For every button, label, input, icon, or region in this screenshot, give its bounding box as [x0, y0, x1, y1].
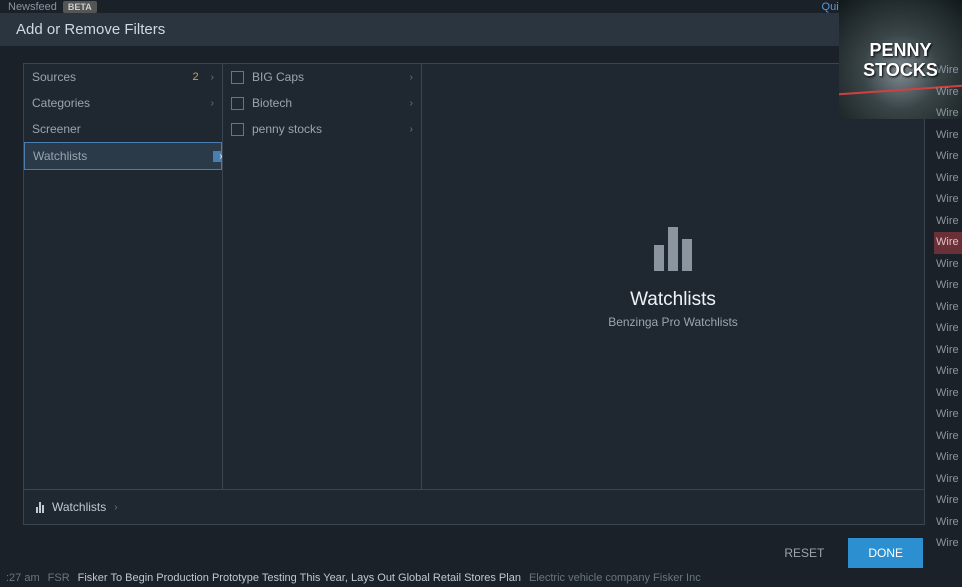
feed-row: Wire	[934, 404, 962, 426]
watchlists-icon	[654, 225, 692, 271]
chevron-right-icon: ›	[410, 98, 413, 109]
filter-category-column: Sources 2 › Categories › Screener Watchlists ›	[24, 64, 223, 489]
feed-row: Wire	[934, 60, 962, 82]
feed-row: Wire	[934, 469, 962, 491]
watchlist-label: BIG Caps	[252, 70, 304, 84]
modal-title: Add or Remove Filters	[16, 21, 165, 38]
detail-subtitle: Benzinga Pro Watchlists	[608, 315, 738, 329]
watchlist-label: Biotech	[252, 96, 292, 110]
reset-button[interactable]: RESET	[772, 540, 836, 566]
background-ticker: :27 am FSR Fisker To Begin Production Pr…	[0, 569, 962, 587]
ticker-tail: Electric vehicle company Fisker Inc	[529, 572, 701, 584]
filter-detail-pane: Watchlists Benzinga Pro Watchlists	[422, 64, 924, 489]
feed-row: Wire	[934, 297, 962, 319]
watchlist-item-biotech[interactable]: Biotech ›	[223, 90, 421, 116]
filter-modal: Sources2›Categories›ScreenerWatchlists› …	[23, 63, 925, 525]
feed-row: Wire	[934, 383, 962, 405]
feed-row: Wire	[934, 232, 962, 254]
feed-row: Wire	[934, 82, 962, 104]
chevron-right-icon: ›	[211, 72, 214, 83]
feed-row: Wire	[934, 447, 962, 469]
watchlist-item-penny-stocks[interactable]: penny stocks ›	[223, 116, 421, 142]
feed-row: Wire	[934, 275, 962, 297]
feed-row: Wire	[934, 490, 962, 512]
background-feed: WireWireWireWireWireWireWireWireWireWire…	[934, 60, 962, 555]
feed-row: Wire	[934, 361, 962, 383]
ticker-symbol: FSR	[48, 572, 70, 584]
feed-row: Wire	[934, 512, 962, 534]
chevron-right-icon: ›	[410, 124, 413, 135]
feed-row: Wire	[934, 146, 962, 168]
promo-line1: PENNY	[863, 40, 938, 60]
feed-row: Wire	[934, 533, 962, 555]
feed-row: Wire	[934, 254, 962, 276]
feed-row: Wire	[934, 340, 962, 362]
feed-row: Wire	[934, 318, 962, 340]
feed-row: Wire	[934, 189, 962, 211]
filter-category-sources[interactable]: Sources 2 ›	[24, 64, 222, 90]
beta-badge: BETA	[63, 1, 97, 13]
chevron-right-icon: ›	[213, 151, 223, 162]
chevron-right-icon: ›	[114, 502, 117, 513]
filter-category-categories[interactable]: Categories ›	[24, 90, 222, 116]
filter-category-label: Screener	[32, 122, 81, 136]
watchlist-item-big-caps[interactable]: BIG Caps ›	[223, 64, 421, 90]
bars-icon	[36, 502, 44, 513]
ticker-time: :27 am	[6, 572, 40, 584]
watchlist-label: penny stocks	[252, 122, 322, 136]
breadcrumb: Watchlists ›	[24, 489, 924, 524]
breadcrumb-label: Watchlists	[52, 500, 106, 514]
feed-row: Wire	[934, 125, 962, 147]
filter-subcategory-column: BIG Caps › Biotech › penny stocks ›	[223, 64, 422, 489]
detail-title: Watchlists	[630, 289, 716, 311]
filter-category-label: Watchlists	[33, 149, 87, 163]
checkbox[interactable]	[231, 97, 244, 110]
chevron-right-icon: ›	[211, 98, 214, 109]
feed-row: Wire	[934, 168, 962, 190]
feed-row: Wire	[934, 426, 962, 448]
checkbox[interactable]	[231, 123, 244, 136]
feed-row: Wire	[934, 211, 962, 233]
done-button[interactable]: DONE	[848, 538, 923, 568]
promo-line2: STOCKS	[863, 60, 938, 80]
filter-category-screener[interactable]: Screener	[24, 116, 222, 142]
filter-category-label: Sources	[32, 70, 76, 84]
feed-row: Wire	[934, 103, 962, 125]
filter-count-badge: 2	[193, 71, 199, 83]
chevron-right-icon: ›	[410, 72, 413, 83]
ticker-headline: Fisker To Begin Production Prototype Tes…	[78, 572, 521, 584]
filter-category-watchlists[interactable]: Watchlists ›	[24, 142, 222, 170]
checkbox[interactable]	[231, 71, 244, 84]
newsfeed-label: Newsfeed	[8, 1, 57, 13]
filter-category-label: Categories	[32, 96, 90, 110]
